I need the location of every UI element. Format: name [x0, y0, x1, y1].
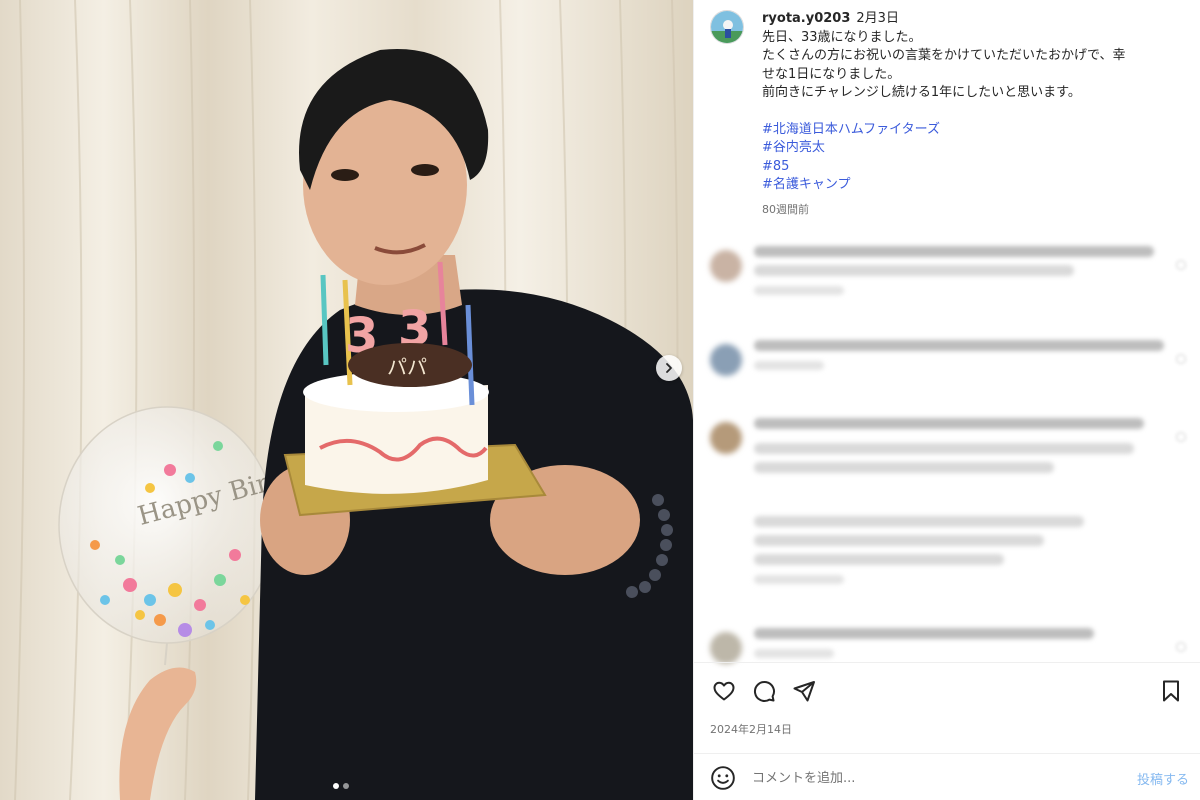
chevron-right-icon	[666, 363, 672, 373]
post-side-pane: ryota.y0203 2月3日 先日、33歳になりました。 たくさんの方にお祝…	[693, 0, 1200, 800]
heart-icon[interactable]	[1176, 642, 1186, 652]
username-link[interactable]: ryota.y0203	[762, 10, 850, 29]
emoji-icon	[711, 766, 735, 790]
post-actions: 2024年2月14日 投稿する	[694, 662, 1200, 800]
comment-avatar	[710, 422, 742, 454]
post-comment-button[interactable]: 投稿する	[1137, 769, 1189, 788]
birthday-photo: Happy Birthday 3 3 パパ	[0, 0, 693, 800]
caption-line: 前向きにチャレンジし続ける1年にしたいと思います。	[762, 85, 1081, 100]
share-icon	[793, 681, 815, 702]
post-date[interactable]: 2024年2月14日	[710, 721, 792, 737]
comment-bar: 投稿する	[694, 753, 1200, 800]
comment-button[interactable]	[750, 677, 778, 705]
emoji-button[interactable]	[710, 765, 736, 791]
comment-list	[710, 238, 1190, 688]
post-photo[interactable]: Happy Birthday 3 3 パパ	[0, 0, 693, 800]
carousel-dot	[333, 783, 339, 789]
heart-icon[interactable]	[1176, 354, 1186, 364]
comment-avatar	[710, 632, 742, 664]
heart-icon[interactable]	[1176, 260, 1186, 270]
comment	[710, 418, 1190, 512]
avatar[interactable]	[710, 10, 744, 44]
caption-block: ryota.y0203 2月3日 先日、33歳になりました。 たくさんの方にお祝…	[710, 10, 1190, 219]
comment-input[interactable]	[752, 766, 1112, 790]
hashtag-link[interactable]: #名護キャンプ	[762, 176, 1190, 195]
comment-avatar	[710, 250, 742, 282]
heart-icon[interactable]	[1176, 432, 1186, 442]
hashtag-link[interactable]: #85	[762, 158, 1190, 177]
comment	[710, 246, 1190, 330]
comment	[710, 516, 1190, 620]
carousel-dot	[343, 783, 349, 789]
hashtag-list: #北海道日本ハムファイターズ #谷内亮太 #85 #名護キャンプ	[762, 121, 1190, 195]
hashtag-link[interactable]: #北海道日本ハムファイターズ	[762, 121, 1190, 140]
caption-date: 2月3日	[856, 11, 899, 26]
heart-icon	[713, 681, 735, 701]
avatar-image	[711, 11, 743, 43]
bookmark-icon	[1163, 680, 1179, 702]
carousel-next-button[interactable]	[656, 355, 682, 381]
caption-age: 80週間前	[762, 202, 809, 216]
hashtag-link[interactable]: #谷内亮太	[762, 139, 1190, 158]
caption: ryota.y0203 2月3日 先日、33歳になりました。 たくさんの方にお祝…	[762, 10, 1190, 219]
comment	[710, 340, 1190, 410]
comment-avatar	[710, 344, 742, 376]
like-button[interactable]	[710, 677, 738, 705]
caption-line: せな1日になりました。	[762, 66, 901, 82]
carousel-dots	[333, 783, 349, 789]
save-button[interactable]	[1157, 677, 1185, 705]
comment-icon	[753, 680, 775, 702]
share-button[interactable]	[790, 677, 818, 705]
caption-line: たくさんの方にお祝いの言葉をかけていただいたおかげで、幸	[762, 48, 1126, 63]
plaque-text: パパ	[387, 355, 427, 379]
caption-line: 先日、33歳になりました。	[762, 29, 922, 45]
